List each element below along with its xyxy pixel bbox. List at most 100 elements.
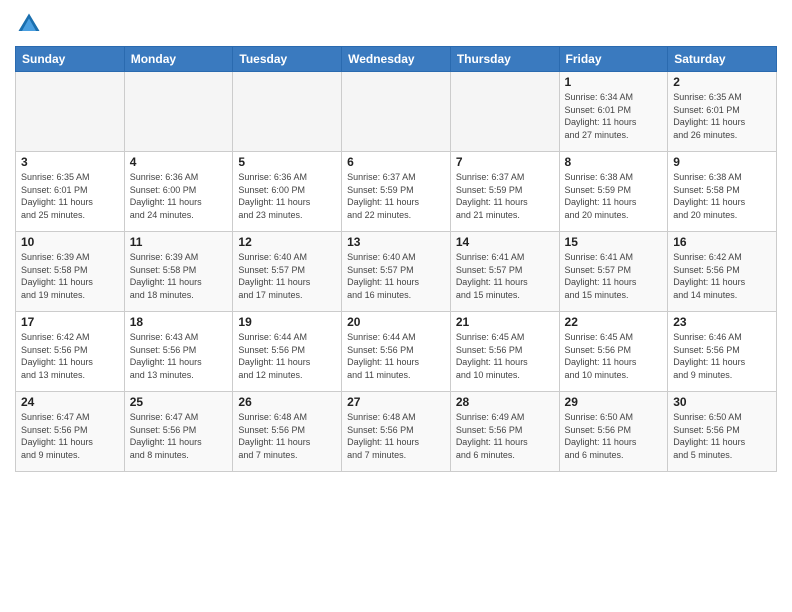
calendar-week-row: 17Sunrise: 6:42 AM Sunset: 5:56 PM Dayli…: [16, 312, 777, 392]
calendar-cell: 23 Sunrise: 6:46 AM Sunset: 5:56 PM Dayli…: [668, 312, 777, 392]
day-info: Sunrise: 6:48 AM Sunset: 5:56 PM Dayligh…: [347, 411, 445, 461]
day-info: Sunrise: 6:44 AM Sunset: 5:56 PM Dayligh…: [347, 331, 445, 381]
day-info: Sunrise: 6:50 AM Sunset: 5:56 PM Dayligh…: [565, 411, 663, 461]
day-info: Sunrise: 6:40 AM Sunset: 5:57 PM Dayligh…: [238, 251, 336, 301]
calendar-cell: 15 Sunrise: 6:41 AM Sunset: 5:57 PM Dayli…: [559, 232, 668, 312]
day-number: 25: [130, 395, 228, 409]
day-info: Sunrise: 6:47 AM Sunset: 5:56 PM Dayligh…: [130, 411, 228, 461]
calendar-cell: 18 Sunrise: 6:43 AM Sunset: 5:56 PM Dayli…: [124, 312, 233, 392]
day-info: Sunrise: 6:50 AM Sunset: 5:56 PM Dayligh…: [673, 411, 771, 461]
day-number: 1: [565, 75, 663, 89]
calendar-cell: 12 Sunrise: 6:40 AM Sunset: 5:57 PM Dayli…: [233, 232, 342, 312]
calendar-cell: 13 Sunrise: 6:40 AM Sunset: 5:57 PM Dayli…: [342, 232, 451, 312]
day-info: Sunrise: 6:36 AM Sunset: 6:00 PM Dayligh…: [238, 171, 336, 221]
day-number: 22: [565, 315, 663, 329]
calendar-week-row: 10 Sunrise: 6:39 AM Sunset: 5:58 PM Dayli…: [16, 232, 777, 312]
weekday-header: Friday: [559, 47, 668, 72]
day-number: 13: [347, 235, 445, 249]
day-info: Sunrise: 6:47 AM Sunset: 5:56 PM Dayligh…: [21, 411, 119, 461]
day-info: Sunrise: 6:48 AM Sunset: 5:56 PM Dayligh…: [238, 411, 336, 461]
day-info: Sunrise: 6:37 AM Sunset: 5:59 PM Dayligh…: [347, 171, 445, 221]
weekday-header: Sunday: [16, 47, 125, 72]
day-number: 11: [130, 235, 228, 249]
day-number: 16: [673, 235, 771, 249]
calendar-cell: 1 Sunrise: 6:34 AM Sunset: 6:01 PM Daylig…: [559, 72, 668, 152]
day-number: 9: [673, 155, 771, 169]
day-number: 10: [21, 235, 119, 249]
day-number: 21: [456, 315, 554, 329]
day-info: Sunrise: 6:39 AM Sunset: 5:58 PM Dayligh…: [130, 251, 228, 301]
day-info: Sunrise: 6:45 AM Sunset: 5:56 PM Dayligh…: [456, 331, 554, 381]
calendar-cell: 26 Sunrise: 6:48 AM Sunset: 5:56 PM Dayli…: [233, 392, 342, 472]
weekday-header: Tuesday: [233, 47, 342, 72]
calendar-cell: 22 Sunrise: 6:45 AM Sunset: 5:56 PM Dayli…: [559, 312, 668, 392]
weekday-header: Saturday: [668, 47, 777, 72]
page: SundayMondayTuesdayWednesdayThursdayFrid…: [0, 0, 792, 482]
day-info: Sunrise: 6:38 AM Sunset: 5:59 PM Dayligh…: [565, 171, 663, 221]
day-number: 12: [238, 235, 336, 249]
calendar-cell: 24 Sunrise: 6:47 AM Sunset: 5:56 PM Dayli…: [16, 392, 125, 472]
calendar-cell: 28 Sunrise: 6:49 AM Sunset: 5:56 PM Dayli…: [450, 392, 559, 472]
weekday-header: Monday: [124, 47, 233, 72]
weekday-header: Wednesday: [342, 47, 451, 72]
day-number: 26: [238, 395, 336, 409]
day-number: 3: [21, 155, 119, 169]
calendar-cell: [124, 72, 233, 152]
calendar: SundayMondayTuesdayWednesdayThursdayFrid…: [15, 46, 777, 472]
weekday-header: Thursday: [450, 47, 559, 72]
day-number: 29: [565, 395, 663, 409]
day-info: Sunrise: 6:45 AM Sunset: 5:56 PM Dayligh…: [565, 331, 663, 381]
day-info: Sunrise: 6:43 AM Sunset: 5:56 PM Dayligh…: [130, 331, 228, 381]
calendar-cell: [233, 72, 342, 152]
day-number: 8: [565, 155, 663, 169]
day-info: Sunrise: 6:35 AM Sunset: 6:01 PM Dayligh…: [673, 91, 771, 141]
day-number: 24: [21, 395, 119, 409]
day-info: Sunrise: 6:35 AM Sunset: 6:01 PM Dayligh…: [21, 171, 119, 221]
calendar-cell: 14 Sunrise: 6:41 AM Sunset: 5:57 PM Dayli…: [450, 232, 559, 312]
day-info: Sunrise: 6:36 AM Sunset: 6:00 PM Dayligh…: [130, 171, 228, 221]
day-number: 18: [130, 315, 228, 329]
calendar-cell: 29 Sunrise: 6:50 AM Sunset: 5:56 PM Dayli…: [559, 392, 668, 472]
day-info: Sunrise: 6:34 AM Sunset: 6:01 PM Dayligh…: [565, 91, 663, 141]
calendar-cell: 11 Sunrise: 6:39 AM Sunset: 5:58 PM Dayli…: [124, 232, 233, 312]
calendar-cell: 17Sunrise: 6:42 AM Sunset: 5:56 PM Dayli…: [16, 312, 125, 392]
calendar-cell: 16 Sunrise: 6:42 AM Sunset: 5:56 PM Dayli…: [668, 232, 777, 312]
calendar-header-row: SundayMondayTuesdayWednesdayThursdayFrid…: [16, 47, 777, 72]
day-info: Sunrise: 6:39 AM Sunset: 5:58 PM Dayligh…: [21, 251, 119, 301]
calendar-cell: 9Sunrise: 6:38 AM Sunset: 5:58 PM Daylig…: [668, 152, 777, 232]
day-info: Sunrise: 6:44 AM Sunset: 5:56 PM Dayligh…: [238, 331, 336, 381]
day-number: 30: [673, 395, 771, 409]
calendar-cell: [450, 72, 559, 152]
day-number: 15: [565, 235, 663, 249]
day-info: Sunrise: 6:46 AM Sunset: 5:56 PM Dayligh…: [673, 331, 771, 381]
day-number: 28: [456, 395, 554, 409]
calendar-week-row: 24 Sunrise: 6:47 AM Sunset: 5:56 PM Dayli…: [16, 392, 777, 472]
logo-icon: [15, 10, 43, 38]
calendar-cell: 4 Sunrise: 6:36 AM Sunset: 6:00 PM Daylig…: [124, 152, 233, 232]
calendar-week-row: 1 Sunrise: 6:34 AM Sunset: 6:01 PM Daylig…: [16, 72, 777, 152]
calendar-cell: 5 Sunrise: 6:36 AM Sunset: 6:00 PM Daylig…: [233, 152, 342, 232]
day-info: Sunrise: 6:42 AM Sunset: 5:56 PM Dayligh…: [673, 251, 771, 301]
day-info: Sunrise: 6:49 AM Sunset: 5:56 PM Dayligh…: [456, 411, 554, 461]
day-number: 6: [347, 155, 445, 169]
logo: [15, 10, 47, 38]
day-number: 4: [130, 155, 228, 169]
day-number: 19: [238, 315, 336, 329]
calendar-cell: 30 Sunrise: 6:50 AM Sunset: 5:56 PM Dayli…: [668, 392, 777, 472]
day-number: 23: [673, 315, 771, 329]
calendar-cell: [342, 72, 451, 152]
day-info: Sunrise: 6:41 AM Sunset: 5:57 PM Dayligh…: [456, 251, 554, 301]
calendar-cell: 6 Sunrise: 6:37 AM Sunset: 5:59 PM Daylig…: [342, 152, 451, 232]
calendar-cell: 3 Sunrise: 6:35 AM Sunset: 6:01 PM Daylig…: [16, 152, 125, 232]
day-number: 5: [238, 155, 336, 169]
day-number: 14: [456, 235, 554, 249]
calendar-cell: 21 Sunrise: 6:45 AM Sunset: 5:56 PM Dayli…: [450, 312, 559, 392]
calendar-cell: 10 Sunrise: 6:39 AM Sunset: 5:58 PM Dayli…: [16, 232, 125, 312]
calendar-cell: 7Sunrise: 6:37 AM Sunset: 5:59 PM Daylig…: [450, 152, 559, 232]
day-number: 27: [347, 395, 445, 409]
calendar-week-row: 3 Sunrise: 6:35 AM Sunset: 6:01 PM Daylig…: [16, 152, 777, 232]
day-number: 2: [673, 75, 771, 89]
day-info: Sunrise: 6:41 AM Sunset: 5:57 PM Dayligh…: [565, 251, 663, 301]
day-info: Sunrise: 6:40 AM Sunset: 5:57 PM Dayligh…: [347, 251, 445, 301]
calendar-cell: 19 Sunrise: 6:44 AM Sunset: 5:56 PM Dayli…: [233, 312, 342, 392]
